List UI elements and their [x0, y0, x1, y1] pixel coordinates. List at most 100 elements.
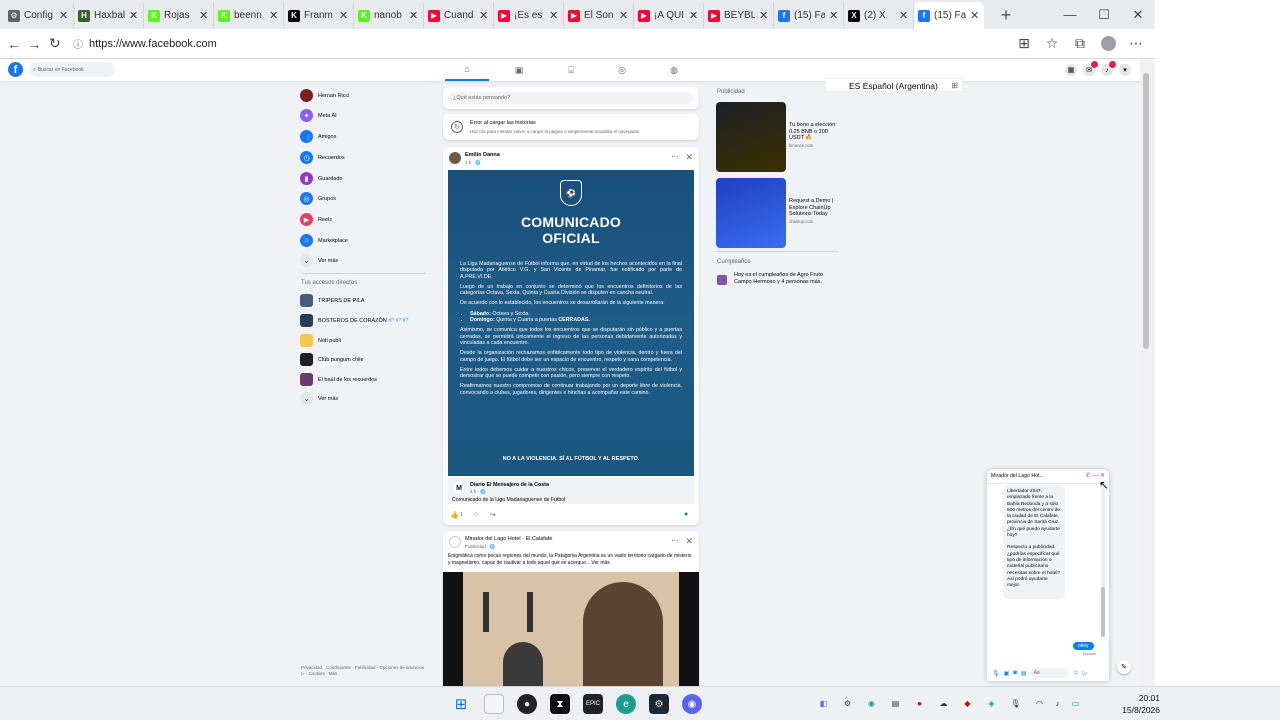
tab-close-icon[interactable]: ✕: [199, 9, 209, 22]
tab-close-icon[interactable]: ✕: [829, 9, 839, 22]
profile-link[interactable]: Hernan Ricci: [300, 89, 349, 102]
page-scrollbar[interactable]: [1140, 59, 1155, 686]
close-post-icon[interactable]: ✕: [685, 536, 693, 547]
wifi-icon[interactable]: ◠: [1034, 698, 1045, 709]
discord-icon[interactable]: ◉: [682, 694, 702, 714]
browser-tab[interactable]: H Haxbal ✕: [74, 2, 144, 29]
more-options-icon[interactable]: ⋯: [671, 536, 679, 545]
volume-icon[interactable]: ♪: [1052, 698, 1063, 709]
sticker-icon[interactable]: ◙: [1013, 670, 1017, 676]
send-icon[interactable]: ▷: [1083, 670, 1088, 677]
tab-close-icon[interactable]: ✕: [59, 9, 69, 22]
browser-tab[interactable]: Kbeenn ✕: [214, 2, 284, 29]
close-icon[interactable]: ✕: [1121, 0, 1155, 29]
edge-icon[interactable]: e: [616, 694, 636, 714]
sidebar-item[interactable]: ⌂ Marketplace: [300, 234, 348, 247]
sponsored-ad[interactable]: Request a Demo | Explore ChainUp Solutio…: [716, 178, 840, 248]
comment-icon[interactable]: ○: [474, 511, 478, 518]
tray-app-icon[interactable]: ◉: [866, 698, 877, 709]
facebook-logo-icon[interactable]: f: [8, 62, 23, 77]
browser-tab[interactable]: ▶ Cuand ✕: [424, 2, 494, 29]
steam-icon[interactable]: ⚙: [649, 694, 669, 714]
settings-more-icon[interactable]: ⋯: [1123, 32, 1149, 56]
video-tab-icon[interactable]: ▣: [497, 59, 541, 81]
browser-tab[interactable]: ▶ BEYBL ✕: [704, 2, 774, 29]
sidebar-item[interactable]: ◷ Recuerdos: [300, 151, 345, 164]
system-clock[interactable]: 20:01 15/8/2026: [1100, 692, 1160, 716]
browser-tab[interactable]: ▶ El Son ✕: [564, 2, 634, 29]
notepad-icon[interactable]: [484, 694, 504, 714]
tray-record-icon[interactable]: ●: [914, 698, 925, 709]
site-info-icon[interactable]: ⓘ: [73, 36, 83, 51]
epic-games-icon[interactable]: EPIC: [583, 694, 603, 714]
home-tab-icon[interactable]: ⌂: [445, 59, 489, 81]
like-icon[interactable]: 👍: [450, 511, 459, 519]
sidebar-item[interactable]: ▶ Reels: [300, 213, 332, 226]
mic-icon[interactable]: 🎙: [992, 670, 1000, 677]
post-image[interactable]: ⚽ COMUNICADO OFICIAL La Liga Madariaguen…: [448, 170, 694, 476]
battery-icon[interactable]: ▭: [1070, 698, 1081, 709]
sidebar-item[interactable]: ▮ Guardado: [300, 172, 342, 185]
chat-scrollbar-thumb[interactable]: [1101, 587, 1105, 637]
post-image[interactable]: [443, 572, 699, 686]
browser-tab[interactable]: f (15) Fa ✕: [774, 2, 844, 29]
post-author[interactable]: Emilio Danna: [465, 152, 500, 158]
shortcut-item[interactable]: BOSTEROS DE CORAZÓN 💎💎💎: [300, 314, 409, 327]
marketplace-tab-icon[interactable]: ⌸: [549, 59, 593, 81]
sponsored-ad[interactable]: Tu bono a elección: 0.25 BNB o 200 USDT …: [716, 102, 840, 172]
account-menu-icon[interactable]: ▾: [1119, 64, 1131, 76]
browser-tab[interactable]: ⚙ Config ✕: [4, 2, 74, 29]
browser-tab[interactable]: Knanob ✕: [354, 2, 424, 29]
image-icon[interactable]: ▣: [1004, 670, 1010, 677]
language-close-icon[interactable]: ⊞: [951, 79, 958, 93]
shortcut-item[interactable]: Club pungum chile: [300, 353, 364, 366]
tab-close-icon[interactable]: ✕: [339, 9, 349, 22]
tab-close-icon[interactable]: ✕: [970, 9, 980, 22]
tab-close-icon[interactable]: ✕: [899, 9, 909, 22]
new-message-icon[interactable]: ✎: [1117, 660, 1131, 674]
tab-close-icon[interactable]: ✕: [689, 9, 699, 22]
composer-input[interactable]: ¿Qué estás pensando?: [449, 92, 693, 104]
tab-close-icon[interactable]: ✕: [549, 9, 559, 22]
notifications-bell-icon[interactable]: ♪: [1101, 61, 1116, 76]
close-post-icon[interactable]: ✕: [685, 152, 693, 163]
chat-input[interactable]: Aa: [1030, 668, 1069, 678]
browser-tab[interactable]: K Franm ✕: [284, 2, 354, 29]
obs-icon[interactable]: ●: [517, 694, 537, 714]
tab-close-icon[interactable]: ✕: [479, 9, 489, 22]
post-author[interactable]: Mirador del Lago Hotel - El Calafate: [465, 536, 552, 542]
extensions-icon[interactable]: ⧉: [1067, 32, 1093, 56]
sidebar-item[interactable]: ✦ Meta AI: [300, 109, 337, 122]
avatar[interactable]: [449, 536, 461, 548]
url-field[interactable]: ⓘ https://www.facebook.com: [67, 33, 1007, 55]
gaming-tab-icon[interactable]: ◍: [652, 59, 696, 81]
browser-tab[interactable]: ▶ ¡Es es ✕: [494, 2, 564, 29]
browser-tab[interactable]: f (15) Fa ✕: [914, 2, 984, 29]
birthdays-item[interactable]: Hoy es el cumpleaños de Agro Fruto Campo…: [717, 272, 841, 285]
shortcut-item[interactable]: ⌄ Ver más: [300, 392, 338, 405]
chat-header[interactable]: Mirador del Lago Hot... ✆ — ✕: [987, 469, 1109, 484]
language-popup[interactable]: ES Español (Argentina) ⊞: [825, 78, 963, 92]
share-icon[interactable]: ↪: [490, 511, 496, 519]
tray-steam-icon[interactable]: ⚙: [842, 698, 853, 709]
browser-tab[interactable]: ▶ ¡A QUI ✕: [634, 2, 704, 29]
reload-icon[interactable]: ↻: [47, 32, 63, 56]
shared-source[interactable]: M Diario El Mensajero de la Costa 4 h · …: [448, 478, 694, 504]
tray-app-icon[interactable]: ◆: [962, 698, 973, 709]
microphone-icon[interactable]: 🎙: [1010, 698, 1021, 709]
tray-app-icon[interactable]: ▤: [890, 698, 901, 709]
shortcut-item[interactable]: Noti publi: [300, 334, 341, 347]
tray-app-icon[interactable]: ◈: [986, 698, 997, 709]
footer-links[interactable]: Privacidad · Condiciones · Publicidad · …: [301, 665, 426, 677]
emoji-icon[interactable]: ☺: [1073, 670, 1079, 676]
gif-icon[interactable]: ▤: [1021, 670, 1027, 677]
chat-scrollbar[interactable]: [1101, 487, 1105, 637]
forward-icon[interactable]: →: [26, 32, 42, 56]
new-tab-button[interactable]: +: [992, 2, 1020, 29]
maximize-icon[interactable]: ☐: [1087, 0, 1121, 29]
shortcut-item[interactable]: TRIPERS DE PILA: [300, 294, 364, 307]
tab-close-icon[interactable]: ✕: [129, 9, 139, 22]
sidebar-item[interactable]: 👥 Amigos: [300, 130, 336, 143]
windows-start-icon[interactable]: ⊞: [451, 694, 471, 714]
favorite-star-icon[interactable]: ☆: [1039, 32, 1065, 56]
